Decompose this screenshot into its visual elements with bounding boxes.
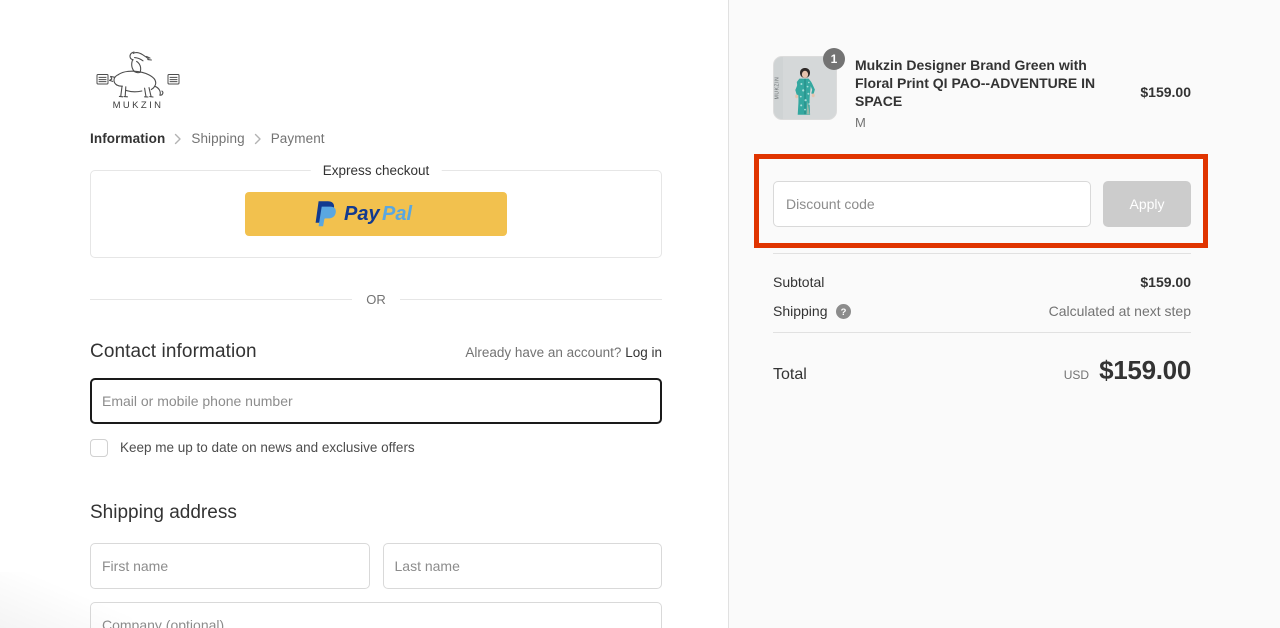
svg-text:?: ? xyxy=(840,307,846,318)
grand-total-row: Total USD $159.00 xyxy=(773,333,1191,386)
email-input[interactable] xyxy=(90,377,662,424)
svg-text:Pal: Pal xyxy=(382,203,412,225)
divider-rule-left xyxy=(90,298,353,300)
mukzin-logo-icon: MUKZIN xyxy=(96,51,180,110)
order-summary-column: MUKZIN 1 Mukzin Designer Brand Green wit… xyxy=(728,0,1280,628)
company-input[interactable] xyxy=(90,601,662,628)
or-label: OR xyxy=(366,291,386,307)
last-name-input[interactable] xyxy=(382,542,662,589)
svg-text:MUKZIN: MUKZIN xyxy=(113,100,164,110)
product-thumbnail-wrapper: MUKZIN 1 xyxy=(773,48,845,120)
newsletter-checkbox[interactable] xyxy=(90,438,108,457)
paypal-button[interactable]: Pay Pal xyxy=(245,191,507,236)
subtotal-row: Subtotal $159.00 xyxy=(773,274,1191,290)
shipping-address-title: Shipping address xyxy=(90,501,237,523)
order-line-item: MUKZIN 1 Mukzin Designer Brand Green wit… xyxy=(773,0,1191,130)
line-item-variant: M xyxy=(855,115,866,130)
grand-total-amount-wrapper: USD $159.00 xyxy=(1063,355,1192,386)
name-fields-row xyxy=(90,542,662,589)
shipping-value: Calculated at next step xyxy=(1048,303,1191,319)
paypal-wordmark: Pay Pal xyxy=(344,203,412,225)
contact-information-header: Contact information Already have an acco… xyxy=(90,341,662,363)
discount-code-section: Apply xyxy=(773,155,1191,227)
discount-code-input[interactable] xyxy=(773,181,1091,227)
svg-text:MUKZIN: MUKZIN xyxy=(775,77,781,100)
grand-total-amount: $159.00 xyxy=(1099,355,1191,385)
line-item-price: $159.00 xyxy=(1140,84,1191,100)
svg-text:Pay: Pay xyxy=(344,203,380,225)
line-item-details: Mukzin Designer Brand Green with Floral … xyxy=(837,56,1140,130)
order-totals: Subtotal $159.00 Shipping ? Calculated a… xyxy=(773,254,1191,319)
divider-rule-right xyxy=(399,298,662,300)
email-field-wrapper xyxy=(90,377,662,424)
breadcrumb-item-payment[interactable]: Payment xyxy=(271,132,325,146)
chevron-right-icon-2 xyxy=(254,133,262,145)
paypal-icon xyxy=(315,201,336,227)
shipping-label-wrapper: Shipping ? xyxy=(773,303,851,319)
shipping-label: Shipping xyxy=(773,303,828,319)
grand-total-currency: USD xyxy=(1063,368,1090,382)
or-divider: OR xyxy=(90,292,662,307)
shipping-row: Shipping ? Calculated at next step xyxy=(773,303,1191,319)
breadcrumb-item-shipping[interactable]: Shipping xyxy=(191,132,244,146)
contact-information-title: Contact information xyxy=(90,340,257,362)
subtotal-value: $159.00 xyxy=(1140,274,1191,290)
subtotal-label: Subtotal xyxy=(773,274,825,290)
grand-total-label: Total xyxy=(773,366,807,383)
breadcrumb-item-information[interactable]: Information xyxy=(90,132,165,146)
apply-discount-button[interactable]: Apply xyxy=(1103,181,1191,227)
newsletter-row: Keep me up to date on news and exclusive… xyxy=(90,438,662,457)
account-prompt: Already have an account? Log in xyxy=(465,345,662,360)
login-link[interactable]: Log in xyxy=(625,345,662,360)
brand-logo[interactable]: MUKZIN xyxy=(90,0,186,110)
quantity-badge: 1 xyxy=(823,48,845,70)
express-checkout-section: Express checkout Pay Pal xyxy=(90,162,662,258)
line-item-title: Mukzin Designer Brand Green with Floral … xyxy=(855,57,1096,109)
account-prompt-text: Already have an account? xyxy=(465,344,622,360)
checkout-main-column: MUKZIN Information Shipping Payment Expr… xyxy=(0,0,728,628)
express-checkout-legend: Express checkout xyxy=(310,162,442,178)
checkout-page: MUKZIN Information Shipping Payment Expr… xyxy=(0,0,1280,628)
newsletter-label: Keep me up to date on news and exclusive… xyxy=(120,440,415,455)
company-field-wrapper xyxy=(90,601,662,628)
first-name-input[interactable] xyxy=(90,542,370,589)
breadcrumb: Information Shipping Payment xyxy=(90,132,662,146)
help-circle-icon[interactable]: ? xyxy=(835,303,851,319)
chevron-right-icon xyxy=(174,133,182,145)
